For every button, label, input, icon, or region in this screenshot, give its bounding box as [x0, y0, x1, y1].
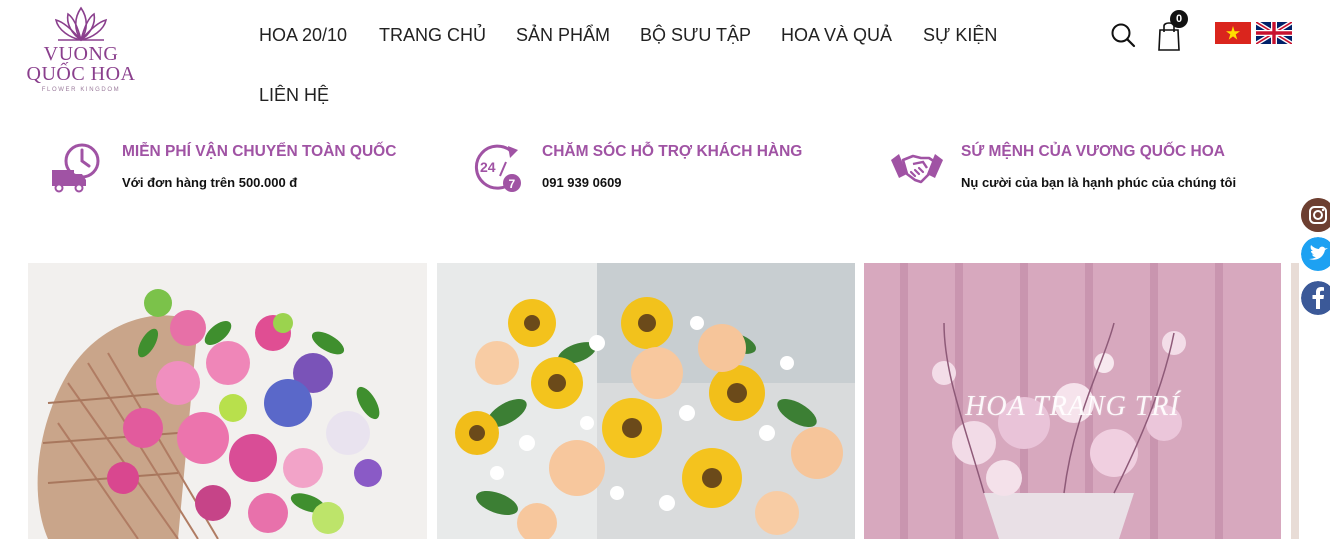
gallery-caption: HOA TRANG TRÍ [965, 391, 1180, 422]
nav-item-collections[interactable]: BỘ SƯU TẬP [640, 25, 751, 46]
logo-line1: VUONG [43, 43, 119, 65]
nav-item-home[interactable]: TRANG CHỦ [379, 25, 486, 46]
feature-desc: Nụ cười của bạn là hạnh phúc của chúng t… [961, 175, 1237, 190]
lotus-icon [54, 6, 108, 42]
svg-text:24: 24 [480, 159, 496, 175]
gallery-next-card-edge[interactable] [1291, 263, 1299, 539]
feature-title: CHĂM SÓC HỖ TRỢ KHÁCH HÀNG [542, 143, 803, 160]
handshake-icon [891, 154, 943, 184]
cart-button[interactable]: 0 [1156, 10, 1190, 51]
logo[interactable]: VUONG QUỐC HOA FLOWER KINGDOM [26, 4, 136, 100]
gallery-card-sunflower-basket[interactable] [437, 263, 855, 539]
feature-phone[interactable]: 091 939 0609 [542, 175, 622, 190]
search-icon[interactable] [1110, 22, 1136, 48]
nav-item-events[interactable]: SỰ KIỆN [923, 25, 997, 46]
nav-item-hoa-20-10[interactable]: HOA 20/10 [259, 25, 347, 46]
english-flag-icon[interactable] [1256, 22, 1292, 44]
logo-tagline: FLOWER KINGDOM [41, 87, 121, 93]
sunflower-basket-image [437, 263, 855, 539]
logo-line2: QUỐC HOA [26, 63, 136, 85]
vietnamese-flag-icon[interactable] [1215, 22, 1251, 44]
feature-free-shipping: MIỄN PHÍ VẬN CHUYỂN TOÀN QUỐC Với đơn hà… [50, 140, 410, 200]
feature-title: SỨ MỆNH CỦA VƯƠNG QUỐC HOA [961, 143, 1225, 160]
gallery-card-decor[interactable]: HOA TRANG TRÍ [864, 263, 1281, 539]
twitter-link[interactable] [1301, 237, 1330, 271]
support-24-7-icon: 24 7 [474, 144, 521, 192]
cart-count-badge: 0 [1170, 10, 1188, 28]
feature-customer-support: 24 7 CHĂM SÓC HỖ TRỢ KHÁCH HÀNG 091 939 … [470, 140, 830, 200]
nav-item-contact[interactable]: LIÊN HỆ [259, 85, 329, 106]
clock-truck-icon [52, 143, 100, 193]
feature-title: MIỄN PHÍ VẬN CHUYỂN TOÀN QUỐC [122, 143, 397, 160]
nav-item-products[interactable]: SẢN PHẨM [516, 25, 610, 46]
facebook-link[interactable] [1301, 281, 1330, 315]
nav-item-flowers-and-gifts[interactable]: HOA VÀ QUẢ [781, 25, 892, 46]
facebook-icon [1301, 281, 1330, 315]
feature-mission: SỨ MỆNH CỦA VƯƠNG QUỐC HOA Nụ cười của b… [889, 140, 1269, 200]
bouquet-image [28, 263, 427, 539]
gallery-card-bouquet[interactable] [28, 263, 427, 539]
instagram-icon [1301, 198, 1330, 232]
svg-text:7: 7 [509, 177, 516, 191]
feature-desc: Với đơn hàng trên 500.000 đ [122, 175, 298, 190]
twitter-icon [1301, 237, 1330, 271]
instagram-link[interactable] [1301, 198, 1330, 232]
